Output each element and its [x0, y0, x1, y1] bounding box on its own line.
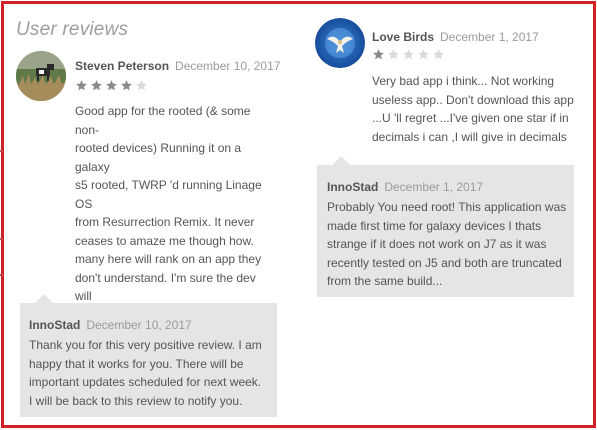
review-text-line: Good app for the rooted (& some non- [75, 104, 251, 137]
star-empty-icon [136, 80, 147, 91]
star-empty-icon [418, 49, 429, 60]
review-text-line: ...U 'll regret ...I've given one star i… [372, 111, 569, 125]
reply-text-line: from the same build... [327, 274, 443, 288]
reply-date: December 10, 2017 [86, 318, 192, 332]
developer-reply: InnoStad December 10, 2017 Thank you for … [20, 294, 277, 417]
cow-in-field-avatar[interactable] [16, 51, 66, 101]
review-author-name: Love Birds [372, 30, 435, 44]
reply-author: InnoStad December 10, 2017 [29, 318, 192, 332]
review-text-line: rooted devices) Running it on a galaxy [75, 141, 242, 174]
reply-text-line: strange if it does not work on J7 as it … [327, 237, 547, 251]
review-text-line: many here will rank on an app they [75, 252, 262, 266]
edge-mark [0, 238, 3, 240]
reply-text-line: Thank you for this very positive review.… [29, 338, 262, 352]
reply-date: December 1, 2017 [384, 180, 484, 194]
reply-text-line: made first time for galaxy devices I tha… [327, 218, 542, 233]
review-author: Love Birds December 1, 2017 [372, 30, 539, 44]
review-text-line: from Resurrection Remix. It never [75, 215, 255, 229]
star-empty-icon [403, 49, 414, 60]
review-date: December 10, 2017 [175, 59, 281, 73]
star-empty-icon [388, 49, 399, 60]
review-text-line: don't understand. I'm sure the dev will [75, 270, 256, 304]
star-rating [75, 79, 148, 92]
reviews-frame: User reviews Steven Peterson December 10,… [1, 1, 596, 428]
review-text-line: s5 rooted, TWRP 'd running Linage OS [75, 178, 262, 211]
reply-text: Probably You need root! This application… [327, 198, 572, 291]
review-date: December 1, 2017 [440, 30, 539, 44]
reply-author-name: InnoStad [327, 180, 379, 194]
dove-blue-circle-avatar[interactable] [315, 18, 365, 68]
reply-text: Thank you for this very positive review.… [29, 336, 274, 410]
edge-mark [0, 274, 3, 276]
reply-text-line: Probably You need root! This application… [327, 200, 567, 214]
reply-text-line: recently tested on J5 and both are trunc… [327, 255, 562, 270]
review-author: Steven Peterson December 10, 2017 [75, 59, 280, 73]
review-text-line: decimals i can ,I will give in decimals [372, 129, 567, 144]
review-text-line: useless app.. Don't download this app [372, 92, 574, 107]
review-text-line: Very bad app i think... Not working [372, 74, 555, 88]
star-filled-icon [76, 80, 87, 91]
star-empty-icon [433, 49, 444, 60]
star-rating [372, 48, 445, 61]
review-author-name: Steven Peterson [75, 59, 170, 73]
reply-text-line: important updates scheduled for next wee… [29, 375, 262, 389]
star-filled-icon [91, 80, 102, 91]
review-text-line: ceases to amaze me though how. [75, 233, 254, 248]
review-text: Very bad app i think... Not working usele… [372, 72, 587, 146]
reply-author: InnoStad December 1, 2017 [327, 180, 483, 194]
reply-text-line: happy that it works for you. There will … [29, 356, 244, 371]
reply-author-name: InnoStad [29, 318, 81, 332]
star-filled-icon [373, 49, 384, 60]
star-filled-icon [106, 80, 117, 91]
reply-text-line: I will be back to this review to notify … [29, 393, 243, 408]
developer-reply: InnoStad December 1, 2017 Probably You ne… [317, 156, 574, 297]
section-title: User reviews [16, 19, 129, 40]
star-filled-icon [121, 80, 132, 91]
edge-mark [0, 150, 3, 152]
